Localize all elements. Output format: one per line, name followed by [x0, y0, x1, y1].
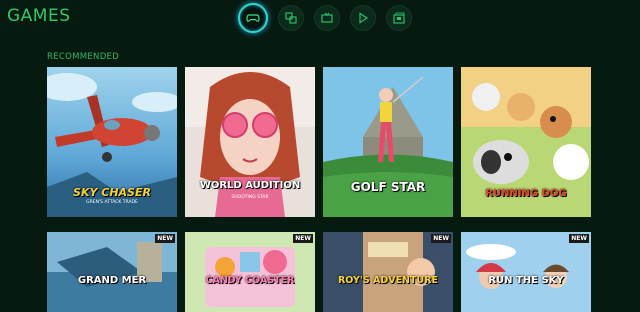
new-badge: NEW	[569, 234, 589, 243]
new-badge: NEW	[431, 234, 451, 243]
game-title: RUNNING DOG	[485, 188, 567, 199]
tab-apps[interactable]	[278, 5, 304, 31]
game-tile-run-the-sky[interactable]: RUN THE SKY NEW	[461, 232, 591, 312]
game-tile-grand-mer[interactable]: GRAND MER NEW	[47, 232, 177, 312]
category-tabs	[238, 3, 412, 33]
game-title: CANDY COASTER	[205, 275, 295, 286]
game-thumbnail	[185, 232, 315, 312]
game-title: SKY CHASER	[73, 186, 151, 199]
game-title: GOLF STAR	[350, 180, 426, 194]
game-tile-golf-star[interactable]: GOLF STAR	[323, 67, 453, 217]
game-tile-candy-coaster[interactable]: CANDY COASTER NEW	[185, 232, 315, 312]
game-tile-sky-chaser[interactable]: SKY CHASER GREN'S ATTACK TRADE	[47, 67, 177, 217]
game-thumbnail	[47, 232, 177, 312]
media-icon	[393, 12, 405, 24]
section-title: RECOMMENDED	[47, 52, 120, 62]
tab-games[interactable]	[238, 3, 268, 33]
game-subtitle: GREN'S ATTACK TRADE	[86, 200, 138, 205]
game-tile-world-audition[interactable]: WORLD AUDITION SHOOTING STAR	[185, 67, 315, 217]
game-subtitle: SHOOTING STAR	[231, 195, 269, 200]
game-thumbnail	[323, 232, 453, 312]
game-thumbnail	[323, 67, 453, 217]
game-title: RUN THE SKY	[488, 275, 564, 286]
new-badge: NEW	[155, 234, 175, 243]
game-tile-running-dog[interactable]: RUNNING DOG	[461, 67, 591, 217]
page-title: GAMES	[7, 6, 71, 26]
gamepad-icon	[246, 14, 260, 22]
new-badge: NEW	[293, 234, 313, 243]
game-title: ROY'S ADVENTURE	[337, 275, 439, 286]
game-thumbnail	[461, 232, 591, 312]
tab-video[interactable]	[350, 5, 376, 31]
tab-media[interactable]	[386, 5, 412, 31]
game-title: WORLD AUDITION	[199, 180, 301, 191]
apps-icon	[285, 12, 297, 24]
game-tile-roys-adventure[interactable]: ROY'S ADVENTURE NEW	[323, 232, 453, 312]
game-title: GRAND MER	[77, 275, 147, 286]
play-icon	[359, 12, 369, 24]
tab-tv[interactable]	[314, 5, 340, 31]
tv-icon	[321, 12, 333, 23]
